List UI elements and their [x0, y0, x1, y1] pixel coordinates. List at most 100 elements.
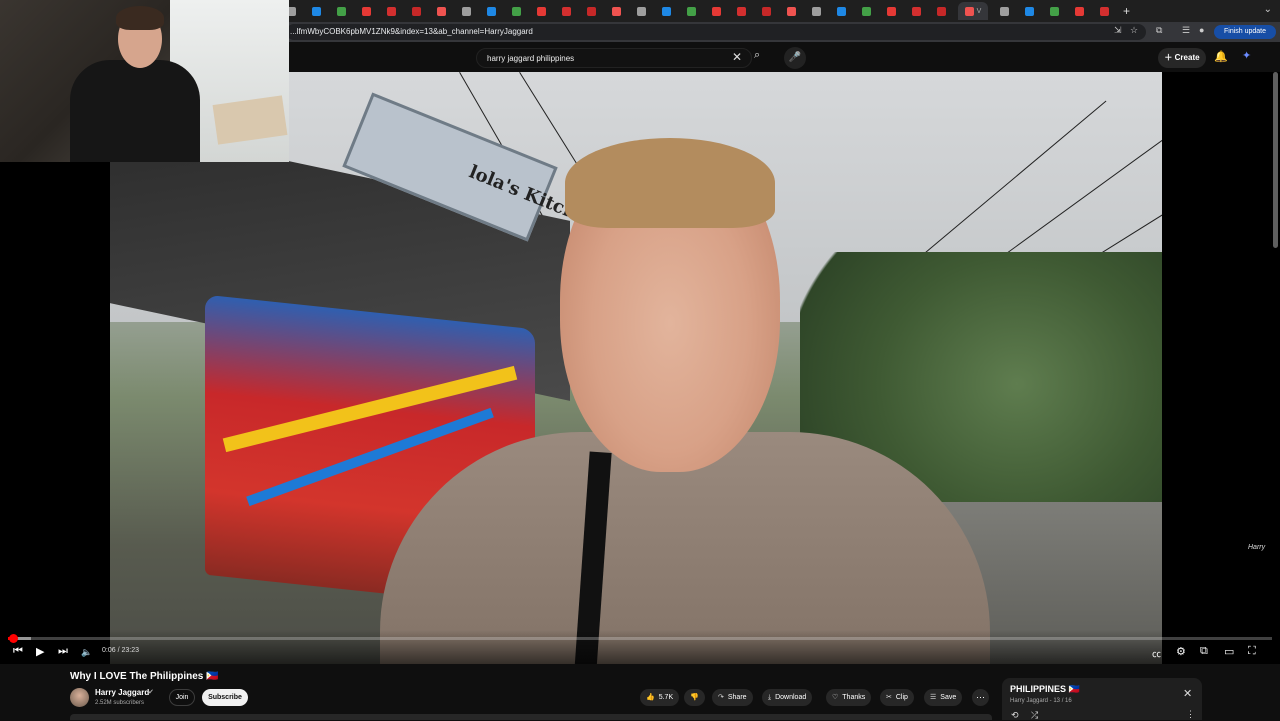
browser-tab[interactable]: [433, 2, 450, 20]
extensions-icon[interactable]: ⧉: [1156, 25, 1162, 36]
progress-bar[interactable]: [8, 637, 1272, 640]
browser-tab[interactable]: [658, 2, 675, 20]
shuffle-icon[interactable]: ⤮: [1031, 710, 1038, 721]
browser-tab[interactable]: [508, 2, 525, 20]
browser-tab[interactable]: [808, 2, 825, 20]
tab-favicon-icon: [964, 6, 974, 16]
channel-avatar[interactable]: [70, 688, 89, 707]
new-tab-icon[interactable]: +: [1123, 4, 1130, 18]
voice-search-icon[interactable]: 🎤: [784, 47, 806, 69]
browser-tab[interactable]: [483, 2, 500, 20]
video-title: Why I LOVE The Philippines 🇵🇭: [70, 671, 219, 682]
video-watermark: Harry: [1248, 544, 1266, 551]
tab-favicon-icon: [712, 6, 721, 16]
browser-tab[interactable]: [333, 2, 350, 20]
clear-search-icon[interactable]: ✕: [732, 50, 742, 64]
theater-mode-icon[interactable]: ▭: [1224, 645, 1234, 658]
tab-favicon-icon: [812, 6, 821, 16]
like-button[interactable]: 👍 5.7K: [640, 689, 680, 706]
miniplayer-icon[interactable]: ⧉: [1200, 645, 1208, 658]
play-icon[interactable]: ▶: [36, 645, 44, 658]
browser-tab[interactable]: [1046, 2, 1063, 20]
tab-favicon-icon: [612, 6, 621, 16]
browser-tab[interactable]: [583, 2, 600, 20]
bookmark-star-icon[interactable]: ☆: [1130, 25, 1138, 36]
browser-tab[interactable]: [408, 2, 425, 20]
browser-tab[interactable]: [683, 2, 700, 20]
browser-tab[interactable]: [1096, 2, 1113, 20]
tab-favicon-icon: [637, 6, 646, 16]
search-icon[interactable]: ⌕: [754, 49, 760, 62]
search-input[interactable]: harry jaggard philippines: [476, 48, 752, 68]
tab-favicon-icon: [387, 6, 396, 16]
channel-name[interactable]: Harry Jaggard: [95, 688, 149, 697]
profile-icon[interactable]: ●: [1199, 25, 1204, 35]
browser-tab[interactable]: [1021, 2, 1038, 20]
browser-tab[interactable]: [833, 2, 850, 20]
create-label: Create: [1174, 53, 1200, 62]
scissors-icon: ✂: [886, 694, 892, 701]
tab-favicon-icon: [512, 6, 521, 16]
tab-favicon-icon: [662, 6, 671, 16]
notifications-bell-icon[interactable]: 🔔: [1214, 50, 1228, 63]
next-icon[interactable]: ⏭: [58, 645, 68, 658]
browser-tab[interactable]: [358, 2, 375, 20]
thumbs-down-icon: 👎: [690, 694, 699, 701]
share-button[interactable]: ↷ Share: [712, 689, 753, 706]
playlist-title[interactable]: PHILIPPINES 🇵🇭: [1010, 684, 1080, 695]
thanks-button[interactable]: ♡ Thanks: [826, 689, 872, 706]
tab-favicon-icon: [587, 6, 596, 16]
browser-tab[interactable]: [933, 2, 950, 20]
install-app-icon[interactable]: ⇲: [1114, 25, 1122, 36]
browser-tab[interactable]: [533, 2, 550, 20]
browser-tab[interactable]: [908, 2, 925, 20]
tab-favicon-icon: [412, 6, 421, 16]
captions-icon[interactable]: ㏄: [1152, 647, 1161, 660]
previous-icon[interactable]: ⏮: [13, 645, 23, 658]
fullscreen-icon[interactable]: ⛶: [1248, 645, 1256, 658]
browser-tab[interactable]: [608, 2, 625, 20]
more-actions-icon[interactable]: ⋯: [972, 689, 989, 706]
reading-list-icon[interactable]: ☰: [1182, 25, 1190, 36]
browser-tab[interactable]: [708, 2, 725, 20]
browser-tab[interactable]: [458, 2, 475, 20]
tab-favicon-icon: [562, 6, 571, 16]
download-icon: ⤓: [768, 694, 772, 701]
clip-button[interactable]: ✂ Clip: [880, 689, 914, 706]
finish-update-button[interactable]: Finish update: [1214, 25, 1276, 39]
playlist-menu-icon[interactable]: ⋮: [1186, 709, 1195, 720]
browser-tab[interactable]: [758, 2, 775, 20]
browser-tab[interactable]: [308, 2, 325, 20]
loop-icon[interactable]: ⟲: [1011, 710, 1019, 721]
tab-favicon-icon: [887, 6, 896, 16]
settings-gear-icon[interactable]: ⚙: [1176, 645, 1186, 658]
dislike-button[interactable]: 👎: [684, 689, 705, 706]
create-button[interactable]: ＋ Create: [1158, 48, 1206, 68]
download-button[interactable]: ⤓ Download: [762, 689, 813, 706]
clip-label: Clip: [895, 694, 908, 701]
tab-favicon-icon: [1075, 6, 1084, 16]
player-controls: [0, 630, 1280, 664]
browser-tab[interactable]: [633, 2, 650, 20]
join-button[interactable]: Join: [169, 689, 195, 706]
tab-favicon-icon: [1025, 6, 1034, 16]
tab-search-icon[interactable]: ⌄: [1264, 4, 1272, 15]
browser-tab[interactable]: [858, 2, 875, 20]
volume-icon[interactable]: 🔈: [81, 647, 92, 658]
browser-tab[interactable]: [883, 2, 900, 20]
browser-tab[interactable]: [783, 2, 800, 20]
browser-tab[interactable]: [383, 2, 400, 20]
browser-tab[interactable]: [733, 2, 750, 20]
save-button[interactable]: ☰ Save: [924, 689, 963, 706]
browser-tab[interactable]: [996, 2, 1013, 20]
browser-tab[interactable]: [1071, 2, 1088, 20]
address-bar[interactable]: ...lfmWbyCOBK6pbMV1ZNk9&index=13&ab_chan…: [286, 24, 1146, 40]
close-icon[interactable]: ✕: [1183, 687, 1192, 700]
page-scrollbar[interactable]: [1273, 72, 1278, 248]
subscribe-button[interactable]: Subscribe: [202, 689, 248, 706]
browser-tab[interactable]: V: [958, 2, 988, 20]
description-box[interactable]: [70, 714, 992, 720]
avatar-icon[interactable]: ✦: [1242, 49, 1251, 62]
browser-tab[interactable]: [558, 2, 575, 20]
save-playlist-icon: ☰: [930, 694, 937, 701]
